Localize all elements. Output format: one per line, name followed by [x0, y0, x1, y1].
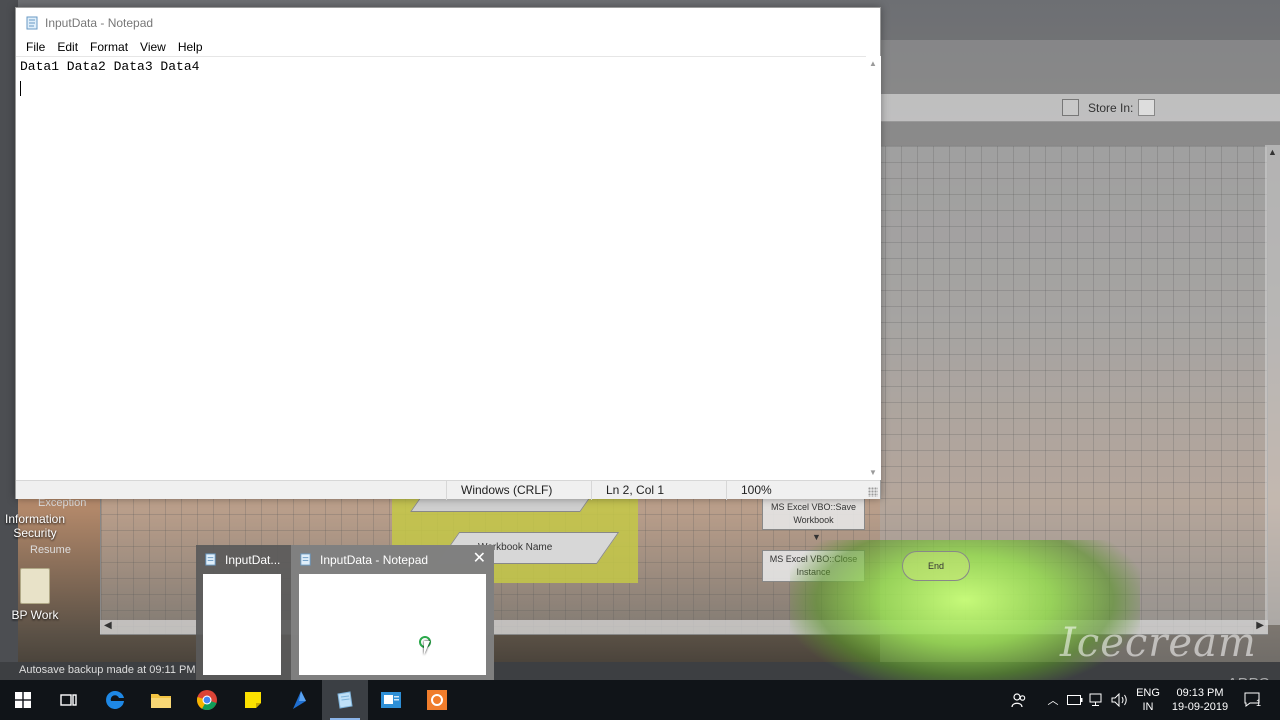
start-button[interactable]: [0, 680, 46, 720]
watermark-logo: Icecream: [1060, 620, 1257, 666]
scroll-up-icon[interactable]: ▲: [869, 59, 877, 68]
chrome-button[interactable]: [184, 680, 230, 720]
task-view-icon: [60, 694, 77, 706]
desktop-icon-information-security[interactable]: Information Security: [0, 512, 70, 540]
resize-grip-icon[interactable]: [868, 487, 878, 497]
region-code: IN: [1142, 701, 1154, 713]
screen-recorder-icon: [427, 690, 447, 710]
background-toolbar: [880, 94, 1280, 122]
volume-button[interactable]: [1108, 680, 1132, 720]
input-language-button[interactable]: ENG IN: [1132, 686, 1164, 714]
text-caret: [20, 81, 21, 96]
menu-help[interactable]: Help: [172, 40, 209, 54]
calculator-icon[interactable]: [1062, 99, 1079, 116]
close-icon[interactable]: ✕: [473, 551, 486, 567]
status-cursor-position: Ln 2, Col 1: [591, 481, 726, 500]
taskbar-preview-popup: InputDat... InputData - Notepad ✕: [196, 545, 494, 680]
end-stage[interactable]: End: [902, 551, 970, 581]
scroll-up-icon[interactable]: ▲: [1268, 147, 1277, 157]
store-in-label: Store In:: [1088, 101, 1134, 115]
clock-button[interactable]: 09:13 PM 19-09-2019: [1166, 686, 1234, 714]
notepad-titlebar[interactable]: InputData - Notepad: [16, 8, 880, 37]
clock-date: 19-09-2019: [1171, 701, 1229, 713]
notepad-title: InputData - Notepad: [45, 15, 154, 30]
preview-item-1[interactable]: InputDat...: [196, 545, 291, 680]
notepad-window[interactable]: InputData - Notepad File Edit Format Vie…: [15, 7, 881, 500]
scroll-right-icon[interactable]: ▶: [1256, 620, 1264, 631]
recorder-button[interactable]: [414, 680, 460, 720]
notepad-icon: [299, 553, 312, 566]
chevron-up-icon: ︿: [1047, 695, 1059, 707]
desktop-icon-label: Information Security: [4, 512, 66, 540]
notepad-icon: [25, 16, 39, 30]
scroll-down-icon[interactable]: ▼: [869, 468, 877, 477]
preview-item-2[interactable]: InputData - Notepad ✕: [291, 545, 494, 680]
blue-prism-button[interactable]: [276, 680, 322, 720]
language-code: ENG: [1136, 687, 1160, 699]
network-button[interactable]: [1086, 680, 1108, 720]
outlook-icon: [381, 692, 401, 708]
people-button[interactable]: [1006, 680, 1032, 720]
windows-logo-icon: [15, 692, 31, 708]
chrome-icon: [197, 690, 217, 711]
preview-thumbnail: [299, 574, 486, 675]
resume-label: Resume: [30, 544, 71, 556]
notepad-text-area[interactable]: Data1 Data2 Data3 Data4: [16, 56, 866, 480]
folder-icon: [151, 694, 171, 708]
battery-button[interactable]: [1064, 680, 1086, 720]
save-workbook-stage[interactable]: MS Excel VBO::Save Workbook: [762, 498, 865, 530]
speaker-icon: [1111, 693, 1127, 707]
notepad-vertical-scrollbar[interactable]: ▲ ▼: [866, 56, 881, 480]
people-icon: [1011, 693, 1026, 708]
preview-title: InputData - Notepad: [320, 552, 429, 567]
mouse-cursor-icon: [424, 641, 430, 655]
preview-thumbnail: [203, 574, 281, 675]
outlook-button[interactable]: [368, 680, 414, 720]
menu-file[interactable]: File: [20, 40, 51, 54]
notepad-icon: [337, 691, 353, 709]
menu-edit[interactable]: Edit: [51, 40, 84, 54]
notepad-icon: [204, 553, 217, 566]
scroll-left-icon[interactable]: ◀: [104, 620, 112, 631]
status-line-ending: Windows (CRLF): [446, 481, 591, 500]
store-in-checkbox[interactable]: [1138, 99, 1155, 116]
edge-icon: [106, 690, 124, 709]
sticky-notes-button[interactable]: [230, 680, 276, 720]
file-explorer-button[interactable]: [138, 680, 184, 720]
desktop-icon-label: BP Work: [11, 608, 59, 622]
menu-format[interactable]: Format: [84, 40, 134, 54]
notification-count: 1: [1256, 698, 1262, 708]
windows-taskbar: ︿ ENG IN 09:13 PM 19-09-2019 1: [0, 680, 1280, 720]
clock-time: 09:13 PM: [1176, 687, 1224, 699]
notepad-menubar: File Edit Format View Help: [16, 37, 880, 56]
notepad-taskbar-button[interactable]: [322, 680, 368, 720]
action-center-button[interactable]: 1: [1238, 680, 1268, 720]
canvas-vertical-scrollbar[interactable]: ▲: [1265, 145, 1280, 625]
status-zoom: 100%: [726, 481, 866, 500]
network-icon: [1089, 693, 1102, 706]
sticky-notes-icon: [245, 692, 261, 708]
folder-icon: [20, 568, 50, 604]
battery-icon: [1067, 695, 1083, 705]
menu-view[interactable]: View: [134, 40, 172, 54]
edge-button[interactable]: [92, 680, 138, 720]
data-item-stage[interactable]: [410, 498, 590, 512]
desktop-icon-bp-work[interactable]: BP Work: [0, 568, 70, 622]
blue-prism-icon: [293, 691, 306, 709]
notepad-statusbar: Windows (CRLF) Ln 2, Col 1 100%: [16, 480, 880, 500]
notepad-text-content: Data1 Data2 Data3 Data4: [20, 59, 200, 74]
preview-title: InputDat...: [225, 552, 281, 567]
show-hidden-icons-button[interactable]: ︿: [1042, 680, 1064, 720]
task-view-button[interactable]: [46, 680, 92, 720]
